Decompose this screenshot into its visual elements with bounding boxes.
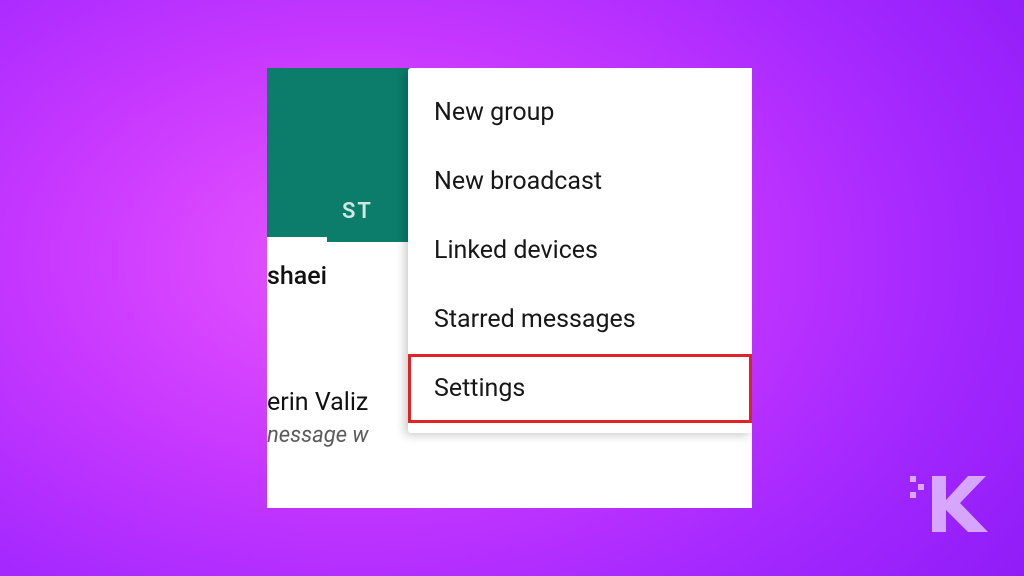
k-icon bbox=[926, 472, 990, 536]
menu-item-linked-devices[interactable]: Linked devices bbox=[408, 216, 752, 285]
menu-item-new-broadcast[interactable]: New broadcast bbox=[408, 147, 752, 216]
menu-item-settings[interactable]: Settings bbox=[408, 354, 752, 423]
overflow-menu: New group New broadcast Linked devices S… bbox=[408, 68, 752, 433]
tab-status-fragment[interactable]: ST bbox=[342, 199, 373, 224]
phone-screenshot-crop: ST shaei erin Valiz nessage w New group … bbox=[267, 68, 752, 508]
menu-item-starred-messages[interactable]: Starred messages bbox=[408, 285, 752, 354]
tab-indicator bbox=[267, 237, 327, 242]
watermark-logo bbox=[926, 472, 990, 536]
menu-item-new-group[interactable]: New group bbox=[408, 78, 752, 147]
